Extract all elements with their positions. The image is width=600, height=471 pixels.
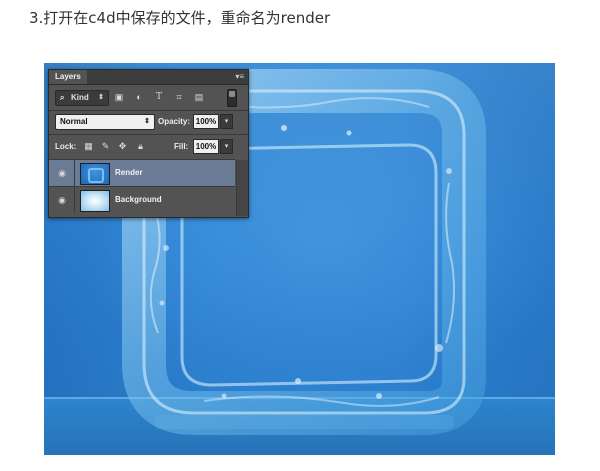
layer-thumbnail — [80, 190, 110, 212]
search-icon: ⌕ — [60, 93, 65, 102]
layer-row-render[interactable]: ◉ Render — [49, 159, 235, 186]
eye-icon[interactable]: ◉ — [55, 167, 69, 179]
layer-thumbnail — [80, 163, 110, 185]
lock-all-icon[interactable]: 🔒︎ — [135, 141, 146, 152]
layer-row-background[interactable]: ◉ Background — [49, 186, 235, 213]
panel-titlebar: Layers ▾≡ — [49, 70, 248, 85]
step-caption: 3.打开在c4d中保存的文件，重命名为render — [29, 9, 331, 27]
lock-row: Lock: ▦ ✎ ✥ 🔒︎ Fill: 100% ▾ — [49, 138, 248, 155]
chevron-updown-icon: ⇕ — [98, 94, 104, 101]
blend-mode-value: Normal — [60, 117, 88, 126]
lock-transparent-icon[interactable]: ▦ — [83, 141, 94, 152]
lock-paint-icon[interactable]: ✎ — [100, 141, 111, 152]
lock-position-icon[interactable]: ✥ — [117, 141, 128, 152]
panel-menu-icon[interactable]: ▾≡ — [235, 71, 244, 83]
layers-panel[interactable]: Layers ▾≡ ⌕ Kind ⇕ ▣ ◐ T ⌗ ▤ Normal ⇕ Op… — [48, 69, 249, 218]
smart-object-filter-icon[interactable]: ▤ — [193, 91, 205, 103]
divider — [49, 134, 248, 135]
type-filter-icon[interactable]: T — [153, 91, 165, 103]
lock-label: Lock: — [55, 142, 77, 151]
opacity-label: Opacity: — [158, 117, 191, 126]
filter-toggle-switch[interactable] — [227, 89, 237, 107]
opacity-dropdown-icon[interactable]: ▾ — [220, 114, 233, 129]
fill-input[interactable]: 100% — [193, 139, 219, 154]
layer-name[interactable]: Render — [115, 167, 143, 179]
blend-mode-select[interactable]: Normal ⇕ — [55, 114, 155, 130]
fill-label: Fill: — [174, 142, 189, 151]
filter-row: ⌕ Kind ⇕ ▣ ◐ T ⌗ ▤ — [49, 88, 248, 108]
shape-filter-icon[interactable]: ⌗ — [173, 91, 185, 103]
fill-dropdown-icon[interactable]: ▾ — [220, 139, 233, 154]
opacity-input[interactable]: 100% — [193, 114, 219, 129]
chevron-updown-icon: ⇕ — [144, 118, 150, 125]
layers-tab[interactable]: Layers — [49, 70, 87, 84]
eye-icon[interactable]: ◉ — [55, 194, 69, 206]
divider — [74, 187, 75, 213]
layers-scrollbar[interactable] — [236, 160, 248, 216]
blend-row: Normal ⇕ Opacity: 100% ▾ — [49, 113, 248, 130]
image-filter-icon[interactable]: ▣ — [113, 91, 125, 103]
filter-kind-select[interactable]: ⌕ Kind ⇕ — [55, 90, 109, 106]
divider — [74, 160, 75, 186]
adjustment-filter-icon[interactable]: ◐ — [133, 91, 145, 103]
filter-kind-label: Kind — [71, 93, 89, 102]
divider — [49, 110, 248, 111]
layer-name[interactable]: Background — [115, 194, 162, 206]
